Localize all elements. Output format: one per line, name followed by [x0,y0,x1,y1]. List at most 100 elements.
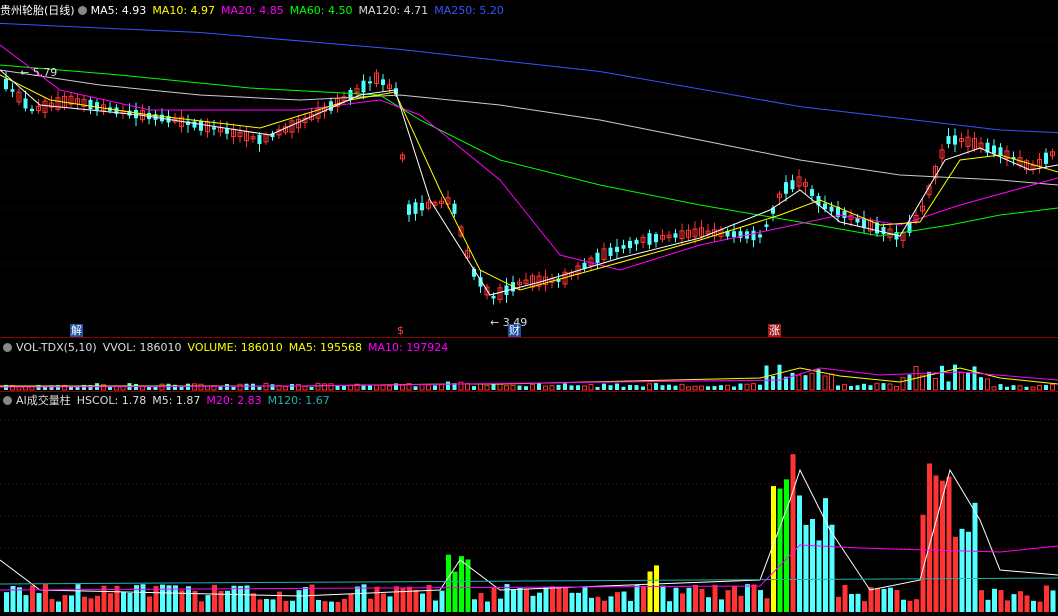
ai-volume-bar [277,591,282,612]
volume-bar [907,374,912,390]
event-marker-left[interactable]: 解 [70,324,83,337]
volume-bar [719,385,723,390]
volume-bar [608,385,613,390]
ai-volume-bar [582,586,588,612]
volume-bar [433,385,437,390]
ai-volume-bar [615,592,620,612]
ai-volume-bar [595,596,601,612]
volume-bar [862,383,866,390]
ai-volume-bar [374,586,380,612]
ai-volume-bar [855,593,861,612]
volume-bar [458,381,464,391]
candle-body [407,204,411,215]
volume-bar [588,384,594,391]
candle-body [225,128,229,134]
volume-bar [615,383,619,390]
ai-volume-bar [862,601,867,612]
volume-bar [472,386,476,390]
candle-body [595,252,600,263]
volume-bar [849,385,853,390]
candle-body [23,98,28,109]
ai-volume-bar [842,584,848,612]
candle-body [1044,152,1048,164]
ai-volume-bar [517,588,523,612]
ai-volume-bar [608,596,614,612]
ai-volume-bar [745,584,750,612]
candle-body [647,233,652,245]
event-marker-mid[interactable]: $ [397,324,404,337]
volume-bar [985,378,990,391]
ai-volume-bar [979,590,984,612]
volume-bar [692,385,698,391]
volume-bar [484,385,490,391]
volume-bar [602,383,606,390]
volume-bar [751,383,756,391]
volume-bar [556,384,561,390]
volume-bar [796,374,802,391]
volume-bar [322,383,327,391]
ai-volume-bar [647,571,653,612]
ai-volume-bar [121,592,126,612]
ai-volume-bar [355,586,360,612]
volume-bar [738,383,743,390]
volume-bar [543,385,548,391]
ai-volume-bar [199,601,204,612]
ai-volume-bar [82,596,87,612]
volume-bar [1037,384,1042,391]
ai-volume-bar [550,586,555,612]
volume-bar [933,377,938,391]
ai-volume-bar [426,584,432,612]
volume-bar [894,386,899,391]
ai-volume-bar [868,587,874,612]
volume-bar [517,385,522,390]
ai-volume-bar [901,599,906,612]
ai-volume-bar [628,600,633,612]
volume-bar [491,384,496,390]
ai-volume-bar [875,588,880,612]
ai-volume-bar [69,595,74,612]
volume-bar [647,383,652,391]
candle-body [420,202,424,211]
volume-bar [1044,385,1048,390]
ai-volume-bar [823,498,828,612]
volume-bar [426,384,431,391]
ai-volume-bar [849,594,854,612]
volume-bar [673,385,678,390]
volume-bar [524,386,528,390]
ai-volume-bar [4,592,9,612]
volume-bar [270,384,275,390]
candle-body [4,78,8,90]
ai-volume-bar [530,595,536,612]
ai-volume-bar [257,599,263,612]
volume-bar [900,377,906,391]
volume-bar [887,383,893,391]
ai-volume-bar [992,588,997,612]
ai-volume-bar [946,476,952,612]
volume-bar [881,383,886,390]
candle-body [829,206,834,212]
ai-volume-bar [498,598,503,612]
kline-chart-canvas[interactable] [0,0,1058,616]
volume-bar [712,386,717,390]
candle-body [88,99,93,110]
volume-bar [777,364,782,390]
candle-body [946,136,951,144]
ai-volume-bar [634,585,640,612]
ai-volume-bar [283,600,289,612]
event-marker-low[interactable]: 财 [508,324,521,337]
volume-bar [283,386,288,391]
volume-bar [478,383,483,391]
ai-volume-bar [524,589,529,612]
ai-volume-bar [738,595,744,612]
ai-volume-bar [420,593,425,612]
candle-body [452,203,457,214]
volume-bar [510,384,516,391]
event-marker-right[interactable]: 涨 [768,324,781,337]
ai-volume-bar [381,593,386,612]
ai-volume-bar [186,586,191,612]
volume-bar [198,383,204,391]
volume-bar [296,384,301,391]
volume-bar [972,366,977,390]
vol-ma10-line [0,367,1058,388]
candle-body [732,231,736,238]
